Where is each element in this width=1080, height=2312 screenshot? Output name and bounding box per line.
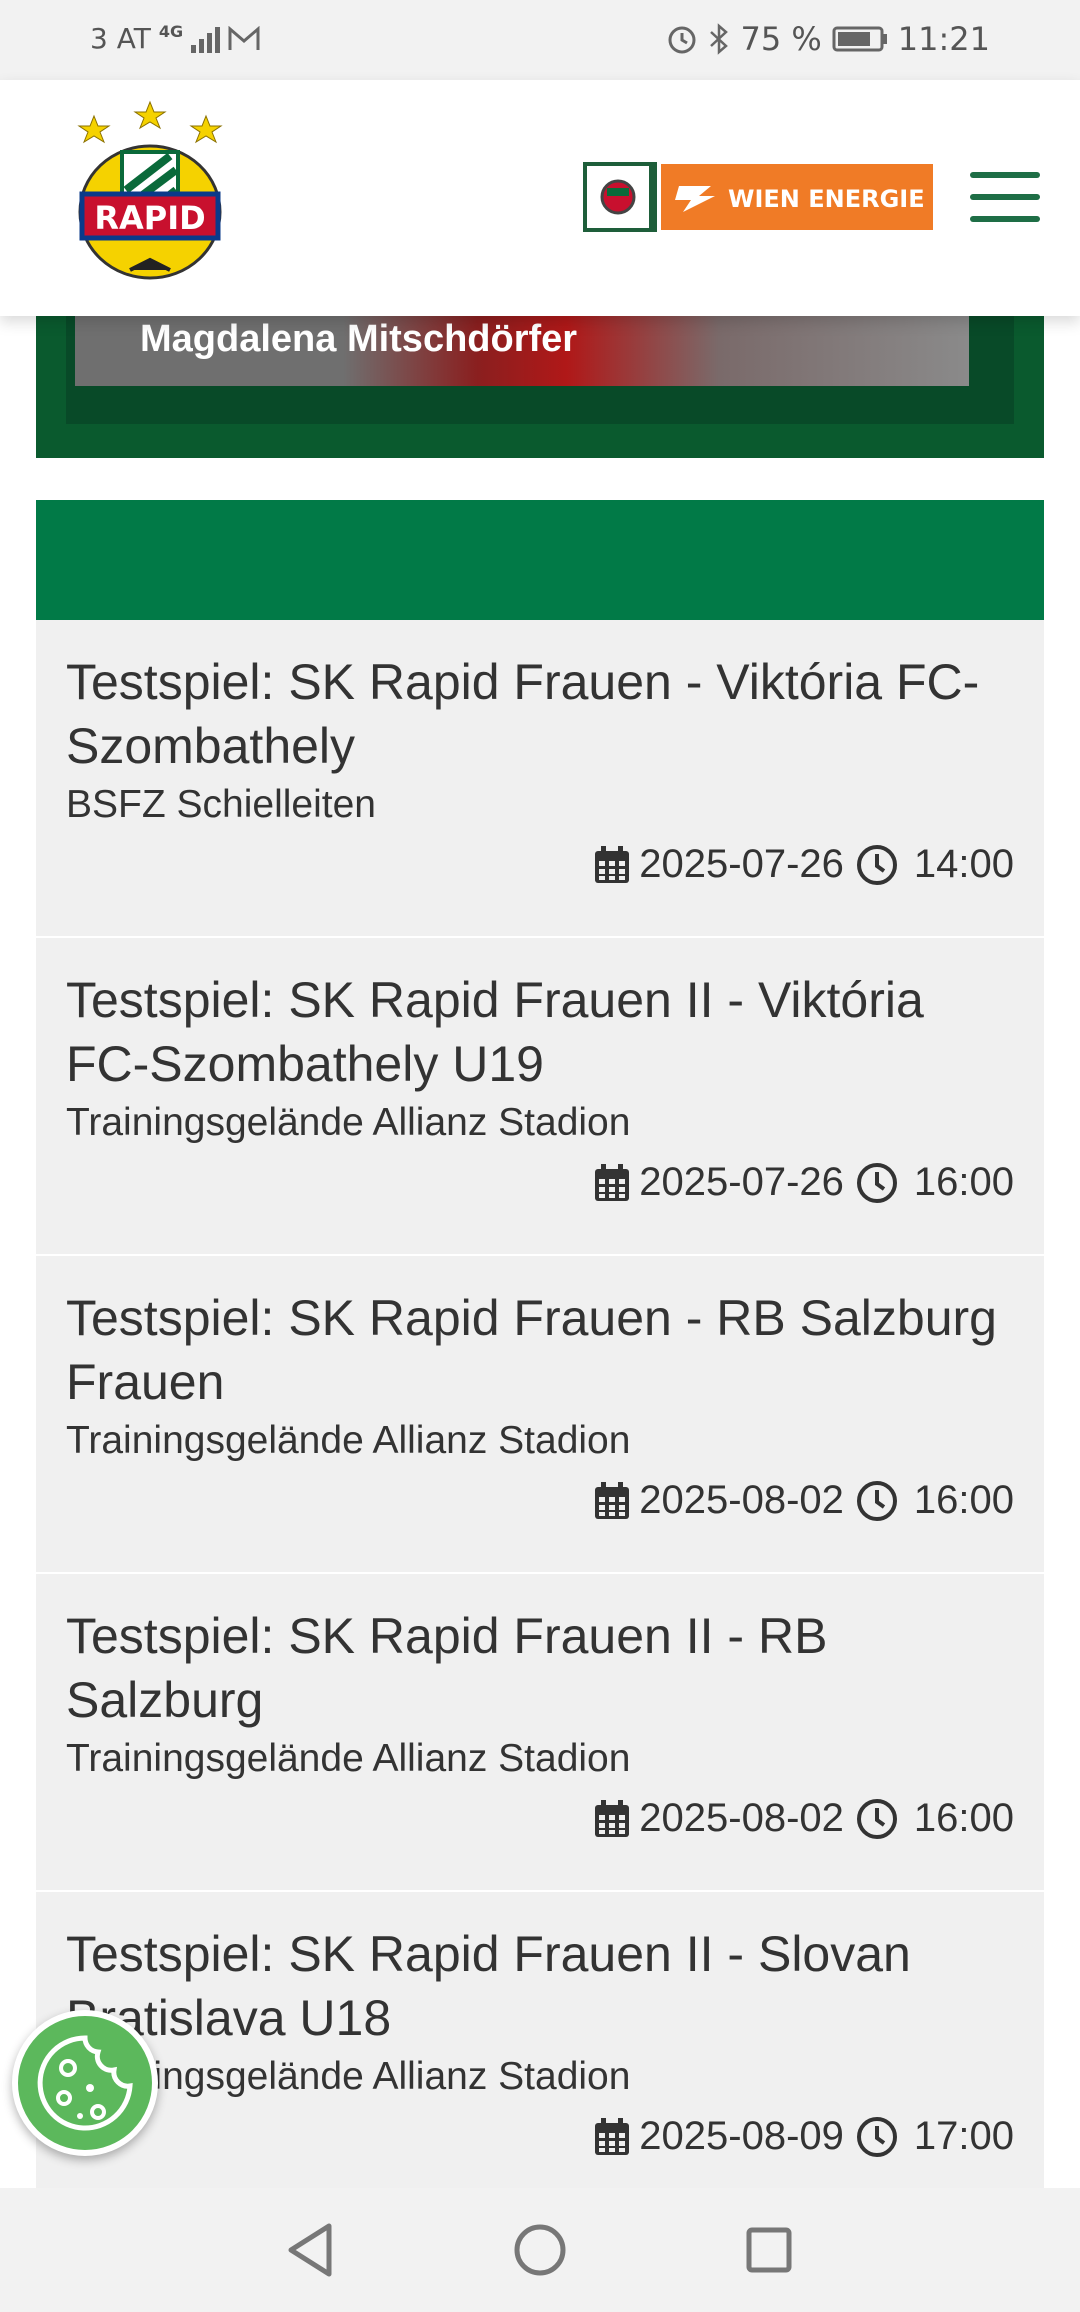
rapid-logo[interactable]: RAPID bbox=[70, 94, 230, 284]
sponsor-banner[interactable]: WIEN ENERGIE bbox=[583, 162, 933, 232]
system-nav-bar bbox=[0, 2188, 1080, 2312]
event-item[interactable]: Testspiel: SK Rapid Frauen II - Viktória… bbox=[36, 938, 1044, 1256]
event-time: 16:00 bbox=[913, 1160, 1014, 1204]
bluetooth-icon bbox=[710, 23, 729, 55]
event-item[interactable]: Testspiel: SK Rapid Frauen II - RB Salzb… bbox=[36, 1574, 1044, 1892]
recents-icon[interactable] bbox=[745, 2226, 793, 2274]
event-item[interactable]: Testspiel: SK Rapid Frauen II - Slovan B… bbox=[36, 1892, 1044, 2188]
event-venue: Trainingsgelände Allianz Stadion bbox=[66, 1737, 631, 1780]
event-datetime: 2025-08-02 16:00 bbox=[593, 1796, 1014, 1841]
cookie-settings-button[interactable] bbox=[12, 2010, 158, 2156]
event-datetime: 2025-08-02 16:00 bbox=[593, 1478, 1014, 1523]
event-date: 2025-08-02 bbox=[639, 1796, 844, 1840]
mail-icon bbox=[228, 25, 260, 50]
clock-icon bbox=[856, 1162, 897, 1203]
calendar-icon bbox=[595, 1163, 630, 1201]
site-header: RAPID WIEN ENERGIE bbox=[0, 80, 1080, 316]
event-title: Testspiel: SK Rapid Frauen - Viktória FC… bbox=[66, 654, 980, 774]
event-venue: Trainingsgelände Allianz Stadion bbox=[66, 2055, 631, 2098]
calendar-icon bbox=[595, 1799, 630, 1837]
home-icon[interactable] bbox=[513, 2223, 567, 2277]
network-type: 4G bbox=[158, 22, 184, 41]
event-title: Testspiel: SK Rapid Frauen II - Slovan B… bbox=[66, 1926, 911, 2046]
event-date: 2025-07-26 bbox=[639, 1160, 844, 1204]
hero-player-name: Magdalena Mitschdörfer bbox=[140, 318, 578, 360]
event-title: Testspiel: SK Rapid Frauen II - RB Salzb… bbox=[66, 1608, 828, 1728]
clock-icon bbox=[856, 1798, 897, 1839]
calendar-icon bbox=[595, 1481, 630, 1519]
event-item[interactable]: Testspiel: SK Rapid Frauen - RB Salzburg… bbox=[36, 1256, 1044, 1574]
back-icon[interactable] bbox=[285, 2222, 335, 2278]
status-bar: 3 AT 4G 75 % 11:21 bbox=[0, 0, 1080, 80]
event-datetime: 2025-08-09 17:00 bbox=[593, 2114, 1014, 2159]
events-list-header bbox=[36, 500, 1044, 620]
event-time: 16:00 bbox=[913, 1796, 1014, 1840]
battery-percent: 75 % bbox=[740, 20, 822, 58]
event-title: Testspiel: SK Rapid Frauen II - Viktória… bbox=[66, 972, 924, 1092]
event-datetime: 2025-07-26 16:00 bbox=[593, 1160, 1014, 1205]
clock-icon bbox=[856, 1480, 897, 1521]
event-venue: Trainingsgelände Allianz Stadion bbox=[66, 1101, 631, 1144]
event-item[interactable]: Testspiel: SK Rapid Frauen - Viktória FC… bbox=[36, 620, 1044, 938]
svg-text:WIEN ENERGIE: WIEN ENERGIE bbox=[728, 185, 925, 213]
status-right: 75 % 11:21 bbox=[666, 20, 990, 58]
event-title: Testspiel: SK Rapid Frauen - RB Salzburg… bbox=[66, 1290, 997, 1410]
event-time: 14:00 bbox=[913, 842, 1014, 886]
event-time: 17:00 bbox=[913, 2114, 1014, 2158]
alarm-icon bbox=[668, 26, 696, 54]
event-date: 2025-08-02 bbox=[639, 1478, 844, 1522]
event-datetime: 2025-07-26 14:00 bbox=[593, 842, 1014, 887]
clock-icon bbox=[856, 2116, 897, 2157]
calendar-icon bbox=[595, 2117, 630, 2155]
calendar-icon bbox=[595, 845, 630, 883]
cookie-icon bbox=[37, 2035, 133, 2131]
event-time: 16:00 bbox=[913, 1478, 1014, 1522]
status-left: 3 AT 4G bbox=[90, 22, 260, 55]
carrier-label: 3 AT bbox=[90, 22, 151, 55]
clock-icon bbox=[856, 844, 897, 885]
events-list: Testspiel: SK Rapid Frauen - Viktória FC… bbox=[36, 620, 1044, 2188]
svg-text:RAPID: RAPID bbox=[94, 199, 205, 237]
event-venue: Trainingsgelände Allianz Stadion bbox=[66, 1419, 631, 1462]
battery-icon bbox=[832, 26, 887, 52]
clock-time: 11:21 bbox=[897, 20, 990, 58]
event-venue: BSFZ Schielleiten bbox=[66, 783, 376, 826]
signal-icon bbox=[191, 25, 221, 53]
event-date: 2025-08-09 bbox=[639, 2114, 844, 2158]
event-date: 2025-07-26 bbox=[639, 842, 844, 886]
hamburger-menu-icon[interactable] bbox=[970, 172, 1040, 222]
